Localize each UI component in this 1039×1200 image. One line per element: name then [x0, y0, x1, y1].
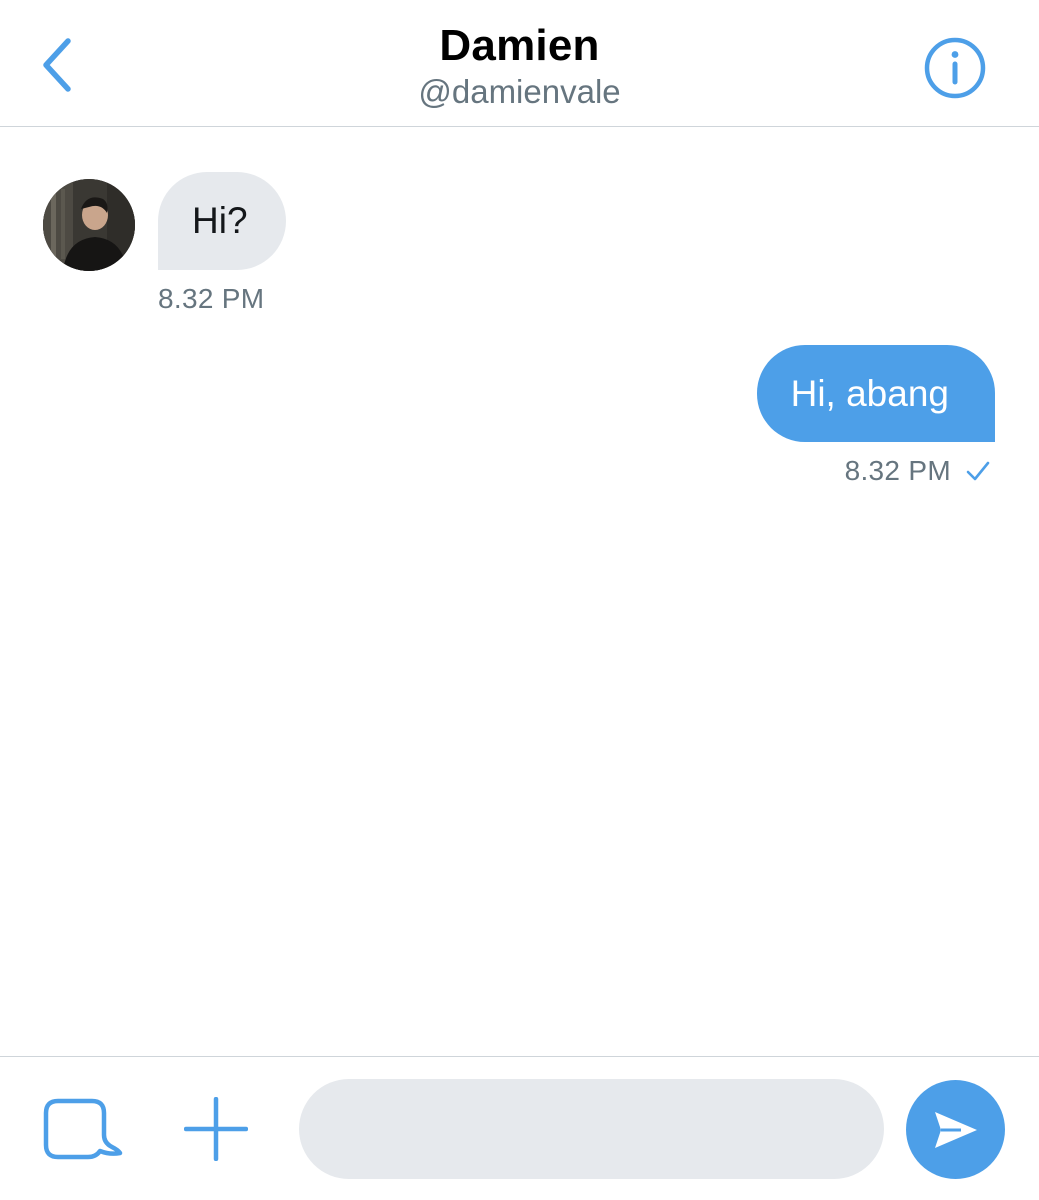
- conversation-header: Damien @damienvale: [0, 0, 1039, 127]
- incoming-message-text: Hi?: [192, 200, 248, 241]
- gif-button[interactable]: [40, 1097, 126, 1163]
- add-attachment-button[interactable]: [183, 1096, 249, 1162]
- send-arrow-icon: [934, 1111, 977, 1148]
- message-composer: [0, 1056, 1039, 1200]
- info-button[interactable]: [920, 33, 990, 103]
- conversation-title-block[interactable]: Damien @damienvale: [0, 20, 1039, 112]
- plus-icon: [183, 1096, 249, 1162]
- incoming-message-time: 8.32 PM: [158, 283, 265, 314]
- outgoing-message-time: 8.32 PM: [844, 455, 951, 486]
- outgoing-message-text: Hi, abang: [790, 372, 949, 414]
- outgoing-message-meta: 8.32 PM: [845, 455, 991, 487]
- info-circle-icon: [924, 37, 986, 99]
- gif-media-icon: [43, 1098, 123, 1160]
- contact-name: Damien: [439, 21, 600, 70]
- checkmark-icon: [966, 461, 990, 481]
- send-button[interactable]: [906, 1080, 1005, 1179]
- avatar-photo: [43, 179, 135, 271]
- message-input[interactable]: [299, 1079, 884, 1179]
- outgoing-message-bubble[interactable]: Hi, abang: [756, 345, 995, 442]
- contact-handle: @damienvale: [418, 73, 621, 110]
- incoming-message-bubble[interactable]: Hi?: [158, 172, 286, 270]
- contact-avatar[interactable]: [43, 179, 135, 271]
